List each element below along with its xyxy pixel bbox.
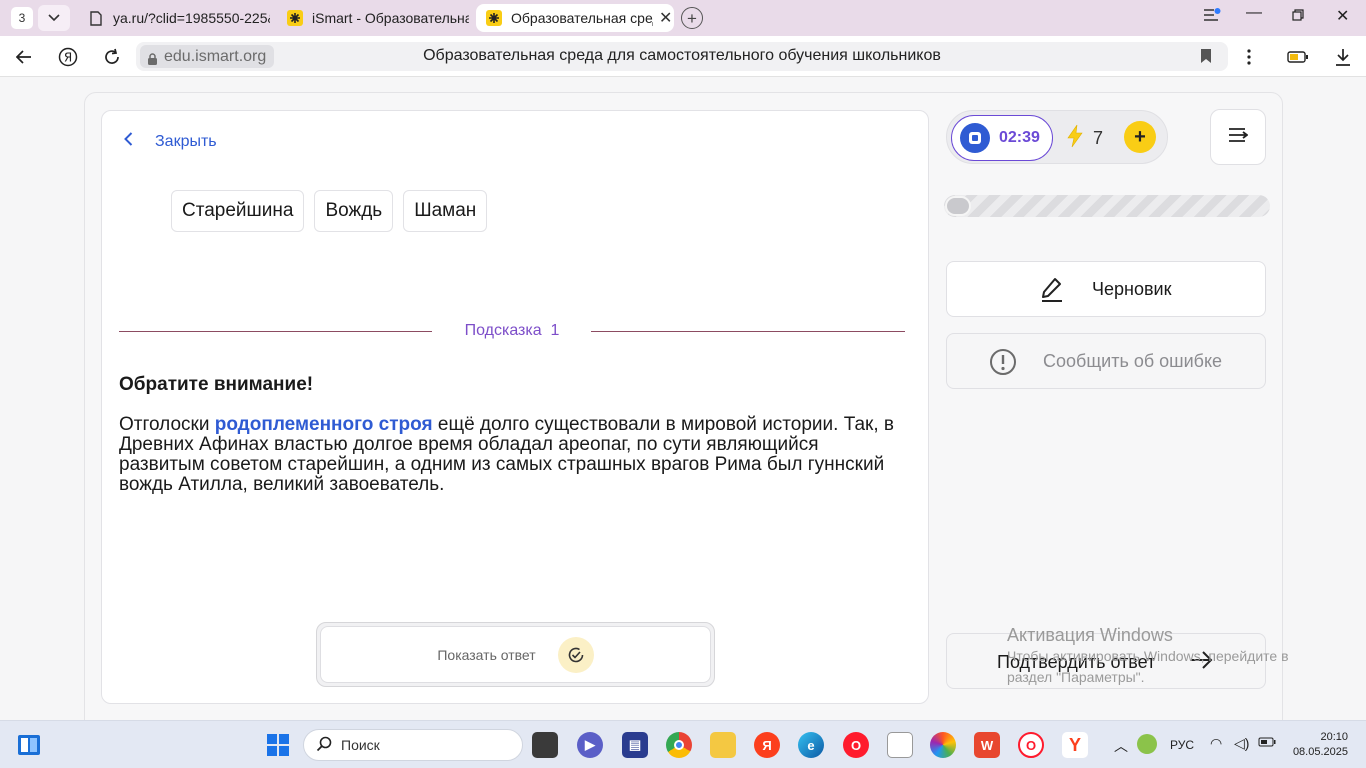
menu-lines-icon xyxy=(1228,127,1249,148)
minimize-icon[interactable]: — xyxy=(1246,4,1262,22)
opera-icon[interactable]: O xyxy=(843,732,869,758)
hint-text: Отголоски родоплеменного строя ещё долго… xyxy=(119,415,899,495)
close-window-icon[interactable]: ✕ xyxy=(1336,6,1349,26)
chrome-icon[interactable] xyxy=(666,732,692,758)
download-icon[interactable] xyxy=(1331,45,1355,69)
hint-label: Подсказка 1 xyxy=(432,322,592,340)
progress-bar xyxy=(944,195,1270,217)
check-circle-icon xyxy=(557,636,594,673)
page-title: Образовательная среда для самостоятельно… xyxy=(423,47,941,64)
hint-number: 1 xyxy=(550,322,560,339)
tray-app-icon[interactable] xyxy=(1137,734,1157,754)
confirm-answer-button[interactable]: Подтвердить ответ xyxy=(946,633,1266,689)
sidebar-toggle-icon[interactable] xyxy=(1203,8,1221,27)
close-button[interactable]: Закрыть xyxy=(124,132,217,151)
divider xyxy=(119,331,432,332)
widgets-icon[interactable] xyxy=(16,732,42,758)
word-chip[interactable]: Вождь xyxy=(314,190,394,232)
exclamation-circle-icon xyxy=(989,348,1017,381)
file-explorer-icon[interactable] xyxy=(710,732,736,758)
progress-knob xyxy=(945,196,971,216)
tab-yandex[interactable]: ya.ru/?clid=1985550-225& xyxy=(80,4,270,32)
tab-title: iSmart - Образовательная xyxy=(312,10,469,26)
svg-text:Я: Я xyxy=(64,51,72,65)
task-view-icon[interactable] xyxy=(532,732,558,758)
hint-heading: Обратите внимание! xyxy=(119,374,314,395)
stop-icon xyxy=(960,123,990,153)
new-tab-button[interactable]: + xyxy=(681,7,703,29)
volume-icon[interactable]: ◁) xyxy=(1234,735,1249,752)
tab-count-badge[interactable]: 3 xyxy=(11,7,33,29)
clock-date: 08.05.2025 xyxy=(1292,746,1348,758)
hint-label-text: Подсказка xyxy=(464,322,542,339)
tab-title: ya.ru/?clid=1985550-225& xyxy=(113,10,270,26)
back-arrow-icon[interactable] xyxy=(12,45,36,69)
show-answer-button[interactable]: Показать ответ xyxy=(320,626,711,683)
page-icon xyxy=(88,10,104,26)
start-icon[interactable] xyxy=(265,732,291,758)
tab-list-chevron-icon[interactable] xyxy=(38,5,70,31)
confirm-answer-label: Подтвердить ответ xyxy=(997,652,1156,672)
windows-taskbar: Поиск ▶ ▤ Я e O W O Y ︿ РУС ◠ ◁) 20:10 0… xyxy=(0,720,1366,768)
edge-icon[interactable]: e xyxy=(798,732,824,758)
battery-saver-icon[interactable] xyxy=(1286,45,1310,69)
close-label: Закрыть xyxy=(155,132,217,150)
timer-value: 02:39 xyxy=(999,129,1040,146)
energy-counter: 7 xyxy=(1067,124,1103,153)
chevron-left-icon xyxy=(124,132,133,151)
language-indicator[interactable]: РУС xyxy=(1170,738,1194,752)
restore-icon[interactable] xyxy=(1292,8,1304,26)
opera-gx-icon[interactable]: O xyxy=(1018,732,1044,758)
tab-ismart[interactable]: iSmart - Образовательная xyxy=(279,4,469,32)
divider xyxy=(591,331,905,332)
wps-icon[interactable]: W xyxy=(974,732,1000,758)
reload-icon[interactable] xyxy=(100,45,124,69)
task-card: Закрыть Старейшина Вождь Шаман Подсказка… xyxy=(101,110,929,704)
hint-term-link[interactable]: родоплеменного строя xyxy=(215,414,433,435)
lightning-icon xyxy=(1067,124,1083,153)
battery-icon[interactable] xyxy=(1258,736,1276,750)
menu-button[interactable] xyxy=(1210,109,1266,165)
ismart-favicon-icon xyxy=(486,10,502,26)
yandex-browser-icon[interactable]: Y xyxy=(1062,732,1088,758)
energy-value: 7 xyxy=(1093,128,1104,148)
report-error-button[interactable]: Сообщить об ошибке xyxy=(946,333,1266,389)
timer-energy-pill: 02:39 7 + xyxy=(946,110,1168,164)
tray-chevron-icon[interactable]: ︿ xyxy=(1114,736,1128,756)
draft-label: Черновик xyxy=(1092,279,1172,299)
bookmark-icon[interactable] xyxy=(1200,48,1212,69)
word-chip[interactable]: Старейшина xyxy=(171,190,305,232)
yandex-icon[interactable]: Я xyxy=(754,732,780,758)
teams-icon[interactable]: ▶ xyxy=(577,732,603,758)
taskbar-search[interactable]: Поиск xyxy=(303,729,523,761)
timer[interactable]: 02:39 xyxy=(951,115,1053,161)
word-chips: Старейшина Вождь Шаман xyxy=(171,190,488,232)
tab-edu-active[interactable]: Образовательная сред ✕ xyxy=(476,4,674,32)
hint-text-part: Отголоски xyxy=(119,414,215,435)
show-answer-label: Показать ответ xyxy=(437,646,536,663)
show-answer-container: Показать ответ xyxy=(316,622,715,687)
wifi-icon[interactable]: ◠ xyxy=(1210,735,1222,752)
document-icon[interactable] xyxy=(887,732,913,758)
tab-title: Образовательная сред xyxy=(511,10,653,26)
close-tab-icon[interactable]: ✕ xyxy=(659,8,672,28)
clock[interactable]: 20:10 08.05.2025 xyxy=(1288,730,1348,760)
search-icon xyxy=(316,736,332,755)
url-field[interactable]: edu.ismart.org Образовательная среда для… xyxy=(136,42,1228,71)
save-app-icon[interactable]: ▤ xyxy=(622,732,648,758)
clock-time: 20:10 xyxy=(1320,731,1348,743)
photos-icon[interactable] xyxy=(930,732,956,758)
add-energy-button[interactable]: + xyxy=(1124,121,1156,153)
arrow-right-icon xyxy=(1190,650,1214,675)
word-chip[interactable]: Шаман xyxy=(403,190,488,232)
browser-tab-bar: 3 ya.ru/?clid=1985550-225& iSmart - Обра… xyxy=(0,0,1366,36)
yandex-logo-icon[interactable]: Я xyxy=(56,45,80,69)
more-menu-icon[interactable] xyxy=(1237,45,1261,69)
report-error-label: Сообщить об ошибке xyxy=(1043,351,1223,371)
pencil-icon xyxy=(1040,276,1064,307)
search-label: Поиск xyxy=(341,737,380,753)
address-bar: Я edu.ismart.org Образовательная среда д… xyxy=(0,36,1366,77)
ismart-favicon-icon xyxy=(287,10,303,26)
draft-button[interactable]: Черновик xyxy=(946,261,1266,317)
